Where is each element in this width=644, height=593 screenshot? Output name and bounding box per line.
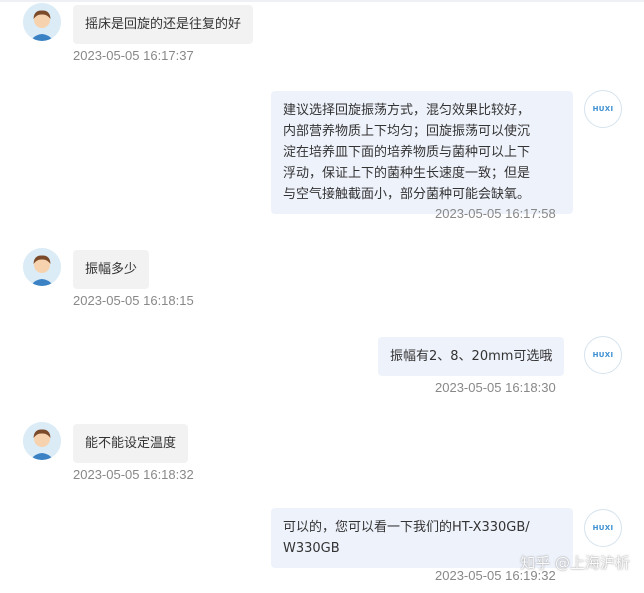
message-bubble-bot: 建议选择回旋振荡方式，混匀效果比较好， 内部营养物质上下均匀；回旋振荡可以使沉 …	[271, 91, 573, 214]
user-avatar-icon	[23, 3, 61, 41]
message-bubble-user: 振幅多少	[73, 250, 150, 289]
huxi-logo-icon: HUXI	[584, 509, 622, 547]
message-timestamp: 2023-05-05 16:18:30	[435, 380, 556, 395]
message-timestamp: 2023-05-05 16:18:15	[73, 293, 194, 308]
top-divider	[0, 0, 644, 2]
watermark: 知乎 @上海沪析	[520, 554, 630, 572]
user-avatar-icon	[23, 422, 61, 460]
message-bubble-bot: 振幅有2、8、20mm可选哦	[378, 337, 565, 376]
huxi-logo-icon: HUXI	[584, 90, 622, 128]
message-timestamp: 2023-05-05 16:17:58	[435, 206, 556, 221]
message-timestamp: 2023-05-05 16:18:32	[73, 467, 194, 482]
huxi-logo-icon: HUXI	[584, 336, 622, 374]
message-bubble-user: 摇床是回旋的还是往复的好	[73, 5, 254, 44]
user-avatar-icon	[23, 248, 61, 286]
message-bubble-user: 能不能设定温度	[73, 424, 189, 463]
message-timestamp: 2023-05-05 16:17:37	[73, 48, 194, 63]
